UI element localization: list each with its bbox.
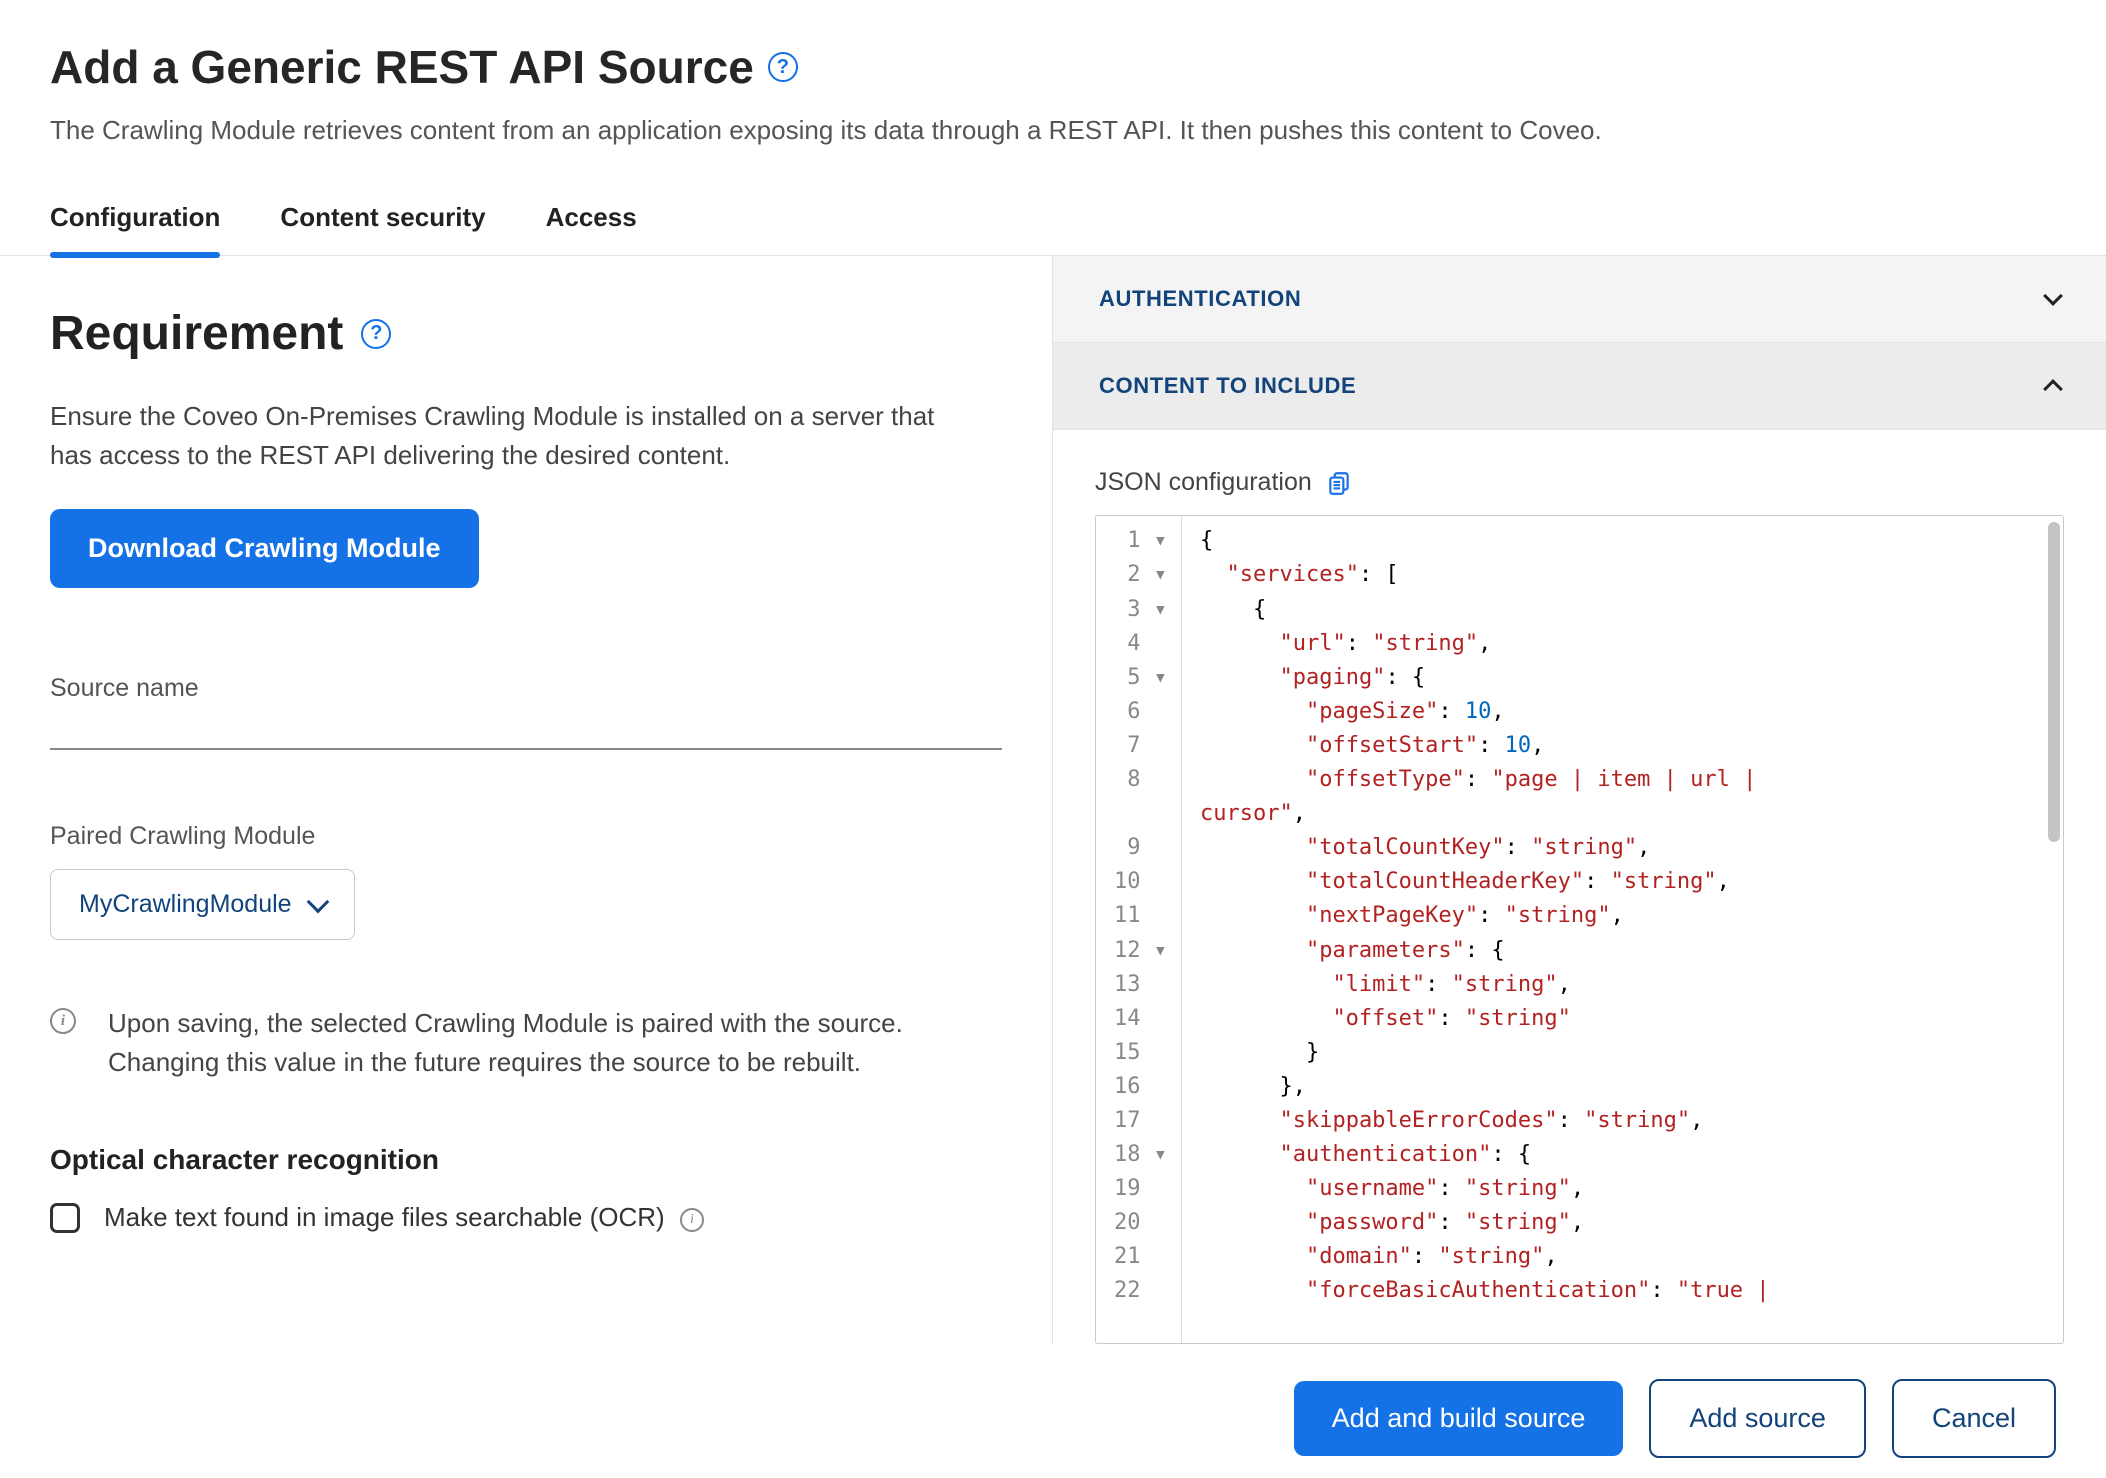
- accordion-content-to-include[interactable]: CONTENT TO INCLUDE: [1053, 343, 2106, 430]
- chevron-down-icon: [306, 891, 329, 914]
- footer: Add and build source Add source Cancel: [0, 1358, 2106, 1478]
- gutter-line: 13: [1114, 968, 1167, 1002]
- gutter-line: 3 ▾: [1114, 593, 1167, 627]
- ocr-checkbox[interactable]: [50, 1203, 80, 1233]
- gutter-line: 18 ▾: [1114, 1138, 1167, 1172]
- gutter-line: 9: [1114, 831, 1167, 865]
- gutter-line: 10: [1114, 865, 1167, 899]
- code-line: "pageSize": 10,: [1200, 695, 2045, 729]
- gutter-line: 19: [1114, 1172, 1167, 1206]
- download-crawling-module-button[interactable]: Download Crawling Module: [50, 509, 479, 588]
- tab-configuration[interactable]: Configuration: [50, 202, 220, 255]
- chevron-down-icon: [2043, 286, 2063, 306]
- paired-note: Upon saving, the selected Crawling Modul…: [108, 1004, 968, 1082]
- code-line: "forceBasicAuthentication": "true |: [1200, 1274, 2045, 1308]
- code-line: "services": [: [1200, 558, 2045, 592]
- help-icon[interactable]: ?: [768, 52, 798, 82]
- gutter-line: 4: [1114, 627, 1167, 661]
- add-source-button[interactable]: Add source: [1649, 1379, 1866, 1458]
- accordion-content-to-include-label: CONTENT TO INCLUDE: [1099, 373, 1356, 399]
- accordion-authentication[interactable]: AUTHENTICATION: [1053, 256, 2106, 343]
- code-line: "authentication": {: [1200, 1138, 2045, 1172]
- info-icon: i: [50, 1008, 76, 1034]
- add-and-build-source-button[interactable]: Add and build source: [1294, 1381, 1624, 1456]
- json-config-label: JSON configuration: [1095, 468, 1312, 497]
- chevron-up-icon: [2043, 379, 2063, 399]
- code-line: "skippableErrorCodes": "string",: [1200, 1104, 2045, 1138]
- gutter-line: 8: [1114, 763, 1167, 797]
- code-line: "totalCountKey": "string",: [1200, 831, 2045, 865]
- code-line: "offsetType": "page | item | url |: [1200, 763, 2045, 797]
- code-line: },: [1200, 1070, 2045, 1104]
- gutter-line: 12 ▾: [1114, 934, 1167, 968]
- gutter-line: 6: [1114, 695, 1167, 729]
- code-line: "url": "string",: [1200, 627, 2045, 661]
- code-line: "offset": "string": [1200, 1002, 2045, 1036]
- tab-content-security[interactable]: Content security: [280, 202, 485, 255]
- requirement-help-icon[interactable]: ?: [361, 319, 391, 349]
- tabs: Configuration Content security Access: [0, 202, 2106, 256]
- gutter-line: 16: [1114, 1070, 1167, 1104]
- scrollbar-thumb[interactable]: [2048, 522, 2060, 842]
- paired-crawling-module-value: MyCrawlingModule: [79, 890, 292, 919]
- gutter-line: [1114, 797, 1167, 831]
- gutter-line: 11: [1114, 899, 1167, 933]
- gutter-line: 5 ▾: [1114, 661, 1167, 695]
- code-line: "totalCountHeaderKey": "string",: [1200, 865, 2045, 899]
- page-title: Add a Generic REST API Source: [50, 40, 754, 94]
- ocr-title: Optical character recognition: [50, 1144, 1002, 1176]
- code-line: "limit": "string",: [1200, 968, 2045, 1002]
- code-line: {: [1200, 593, 2045, 627]
- ocr-checkbox-label: Make text found in image files searchabl…: [104, 1202, 704, 1233]
- code-line: cursor",: [1200, 797, 2045, 831]
- gutter-line: 17: [1114, 1104, 1167, 1138]
- requirement-title: Requirement: [50, 306, 343, 361]
- gutter-line: 21: [1114, 1240, 1167, 1274]
- paired-crawling-module-select[interactable]: MyCrawlingModule: [50, 869, 355, 940]
- code-line: "paging": {: [1200, 661, 2045, 695]
- source-name-input[interactable]: [50, 703, 1002, 750]
- requirement-text: Ensure the Coveo On-Premises Crawling Mo…: [50, 397, 970, 475]
- code-line: }: [1200, 1036, 2045, 1070]
- ocr-info-icon[interactable]: i: [680, 1208, 704, 1232]
- gutter-line: 22: [1114, 1274, 1167, 1308]
- gutter-line: 20: [1114, 1206, 1167, 1240]
- code-line: {: [1200, 524, 2045, 558]
- copy-icon[interactable]: [1326, 470, 1352, 496]
- paired-crawling-module-label: Paired Crawling Module: [50, 822, 1002, 851]
- gutter-line: 1 ▾: [1114, 524, 1167, 558]
- gutter-line: 7: [1114, 729, 1167, 763]
- accordion-authentication-label: AUTHENTICATION: [1099, 286, 1301, 312]
- source-name-label: Source name: [50, 674, 1002, 703]
- json-editor[interactable]: 1 ▾ 2 ▾ 3 ▾ 4 5 ▾ 6 7 8 9 10 11 12 ▾13 1…: [1095, 515, 2064, 1344]
- gutter-line: 2 ▾: [1114, 558, 1167, 592]
- code-line: "domain": "string",: [1200, 1240, 2045, 1274]
- code-line: "password": "string",: [1200, 1206, 2045, 1240]
- page-subtitle: The Crawling Module retrieves content fr…: [50, 112, 2056, 148]
- cancel-button[interactable]: Cancel: [1892, 1379, 2056, 1458]
- code-line: "username": "string",: [1200, 1172, 2045, 1206]
- tab-access[interactable]: Access: [546, 202, 637, 255]
- code-line: "offsetStart": 10,: [1200, 729, 2045, 763]
- gutter-line: 14: [1114, 1002, 1167, 1036]
- code-line: "nextPageKey": "string",: [1200, 899, 2045, 933]
- code-line: "parameters": {: [1200, 934, 2045, 968]
- gutter-line: 15: [1114, 1036, 1167, 1070]
